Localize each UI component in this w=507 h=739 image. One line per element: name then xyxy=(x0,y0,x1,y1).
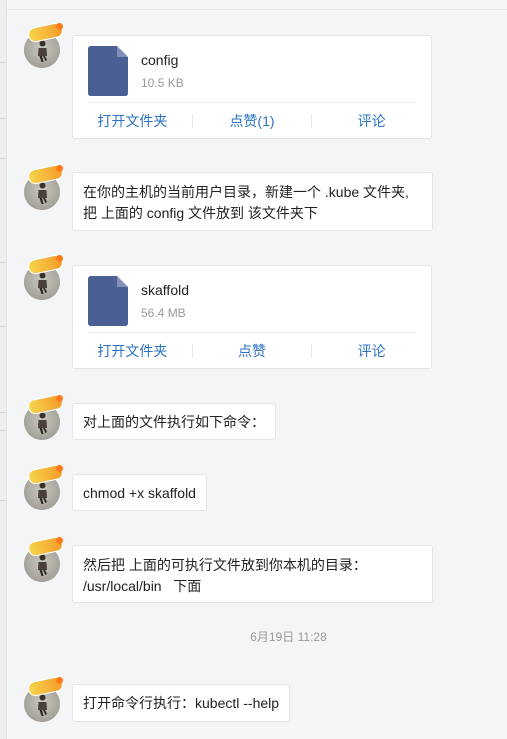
message-text: 把 上面的 config 文件放到 该文件夹下 xyxy=(83,205,318,221)
timestamp: 6月19日 11:28 xyxy=(250,630,327,644)
message-text: 对上面的文件执行如下命令： xyxy=(83,414,265,430)
user-avatar[interactable] xyxy=(24,535,65,582)
user-avatar[interactable] xyxy=(24,21,65,68)
divider xyxy=(0,262,6,263)
user-avatar[interactable] xyxy=(24,253,65,300)
message-bubble: 在你的主机的当前用户目录，新建一个 .kube 文件夹, 把 上面的 confi… xyxy=(72,172,433,231)
file-size: 10.5 KB xyxy=(141,76,184,90)
message-text: 然后把 上面的可执行文件放到你本机的目录： xyxy=(83,557,367,573)
file-name: skaffold xyxy=(141,282,189,298)
divider xyxy=(0,326,6,327)
like-link[interactable]: 点赞 xyxy=(193,341,312,361)
divider xyxy=(0,158,6,159)
message-bubble: 打开命令行执行：kubectl --help xyxy=(72,684,291,722)
divider xyxy=(0,430,6,431)
comment-link[interactable]: 评论 xyxy=(312,341,431,361)
file-card-skaffold[interactable]: skaffold 56.4 MB 打开文件夹 点赞 评论 xyxy=(72,265,432,369)
file-size: 56.4 MB xyxy=(141,306,186,320)
divider xyxy=(0,500,6,501)
divider xyxy=(0,412,6,413)
comment-link[interactable]: 评论 xyxy=(312,111,431,131)
document-icon xyxy=(88,276,128,326)
message-text: 打开命令行执行：kubectl --help xyxy=(83,695,280,711)
message-text: 在你的主机的当前用户目录，新建一个 .kube 文件夹, xyxy=(83,184,409,200)
user-avatar[interactable] xyxy=(24,675,65,722)
file-card-config[interactable]: config 10.5 KB 打开文件夹 点赞(1) 评论 xyxy=(72,35,432,139)
message-bubble: 然后把 上面的可执行文件放到你本机的目录： /usr/local/bin 下面 xyxy=(72,545,433,603)
open-folder-link[interactable]: 打开文件夹 xyxy=(73,341,192,361)
like-link[interactable]: 点赞(1) xyxy=(193,111,312,131)
divider xyxy=(0,62,6,63)
message-bubble: chmod +x skaffold xyxy=(72,474,207,511)
open-folder-link[interactable]: 打开文件夹 xyxy=(73,111,192,131)
user-avatar[interactable] xyxy=(24,463,65,510)
user-avatar[interactable] xyxy=(24,163,65,210)
document-icon xyxy=(88,46,128,96)
divider xyxy=(0,118,6,119)
file-actions: 打开文件夹 点赞(1) 评论 xyxy=(73,103,431,139)
message-text: chmod +x skaffold xyxy=(83,485,196,501)
user-avatar[interactable] xyxy=(24,393,65,440)
file-actions: 打开文件夹 点赞 评论 xyxy=(73,333,431,369)
file-name: config xyxy=(141,52,179,68)
divider xyxy=(6,9,507,10)
message-text: /usr/local/bin 下面 xyxy=(83,578,202,594)
message-bubble: 对上面的文件执行如下命令： xyxy=(72,403,276,440)
